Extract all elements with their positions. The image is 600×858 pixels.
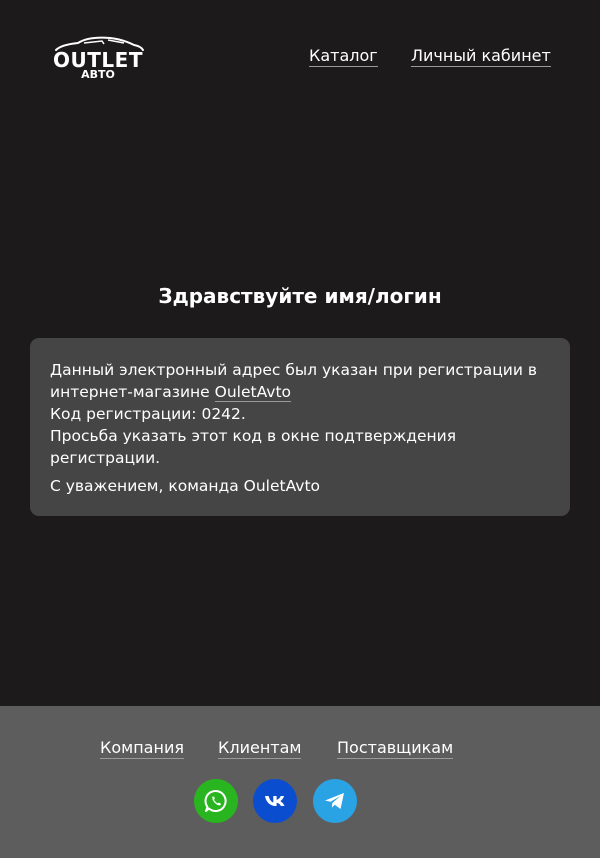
signature: С уважением, команда OuletAvto [50,477,321,495]
footer: Компания Клиентам Поставщикам [0,706,600,858]
vk-icon [265,796,285,806]
vk-button[interactable] [253,779,297,823]
header: OUTLET АВТО Каталог Личный кабинет [0,0,600,110]
footer-company-link[interactable]: Компания [100,738,184,759]
whatsapp-icon [204,790,227,812]
logo-text: OUTLET [53,48,143,72]
message-intro: Данный электронный адрес был указан при … [50,359,550,403]
whatsapp-button[interactable] [194,779,238,823]
nav-personal-cabinet-link[interactable]: Личный кабинет [411,46,551,67]
shop-link[interactable]: OuletAvto [214,383,292,402]
telegram-icon [325,793,344,809]
footer-clients-link[interactable]: Клиентам [218,738,302,759]
greeting-title: Здравствуйте имя/логин [158,284,442,308]
logo[interactable]: OUTLET АВТО [48,36,148,84]
registration-code: Код регистрации: 0242. [50,405,246,423]
message-card: Данный электронный адрес был указан при … [30,338,570,516]
message-intro-text: Данный электронный адрес был указан при … [50,361,538,401]
nav-catalog-link[interactable]: Каталог [309,46,378,67]
footer-suppliers-link[interactable]: Поставщикам [337,738,454,759]
telegram-button[interactable] [313,779,357,823]
logo-subtext: АВТО [81,68,115,81]
confirmation-request: Просьба указать этот код в окне подтверж… [50,427,457,467]
